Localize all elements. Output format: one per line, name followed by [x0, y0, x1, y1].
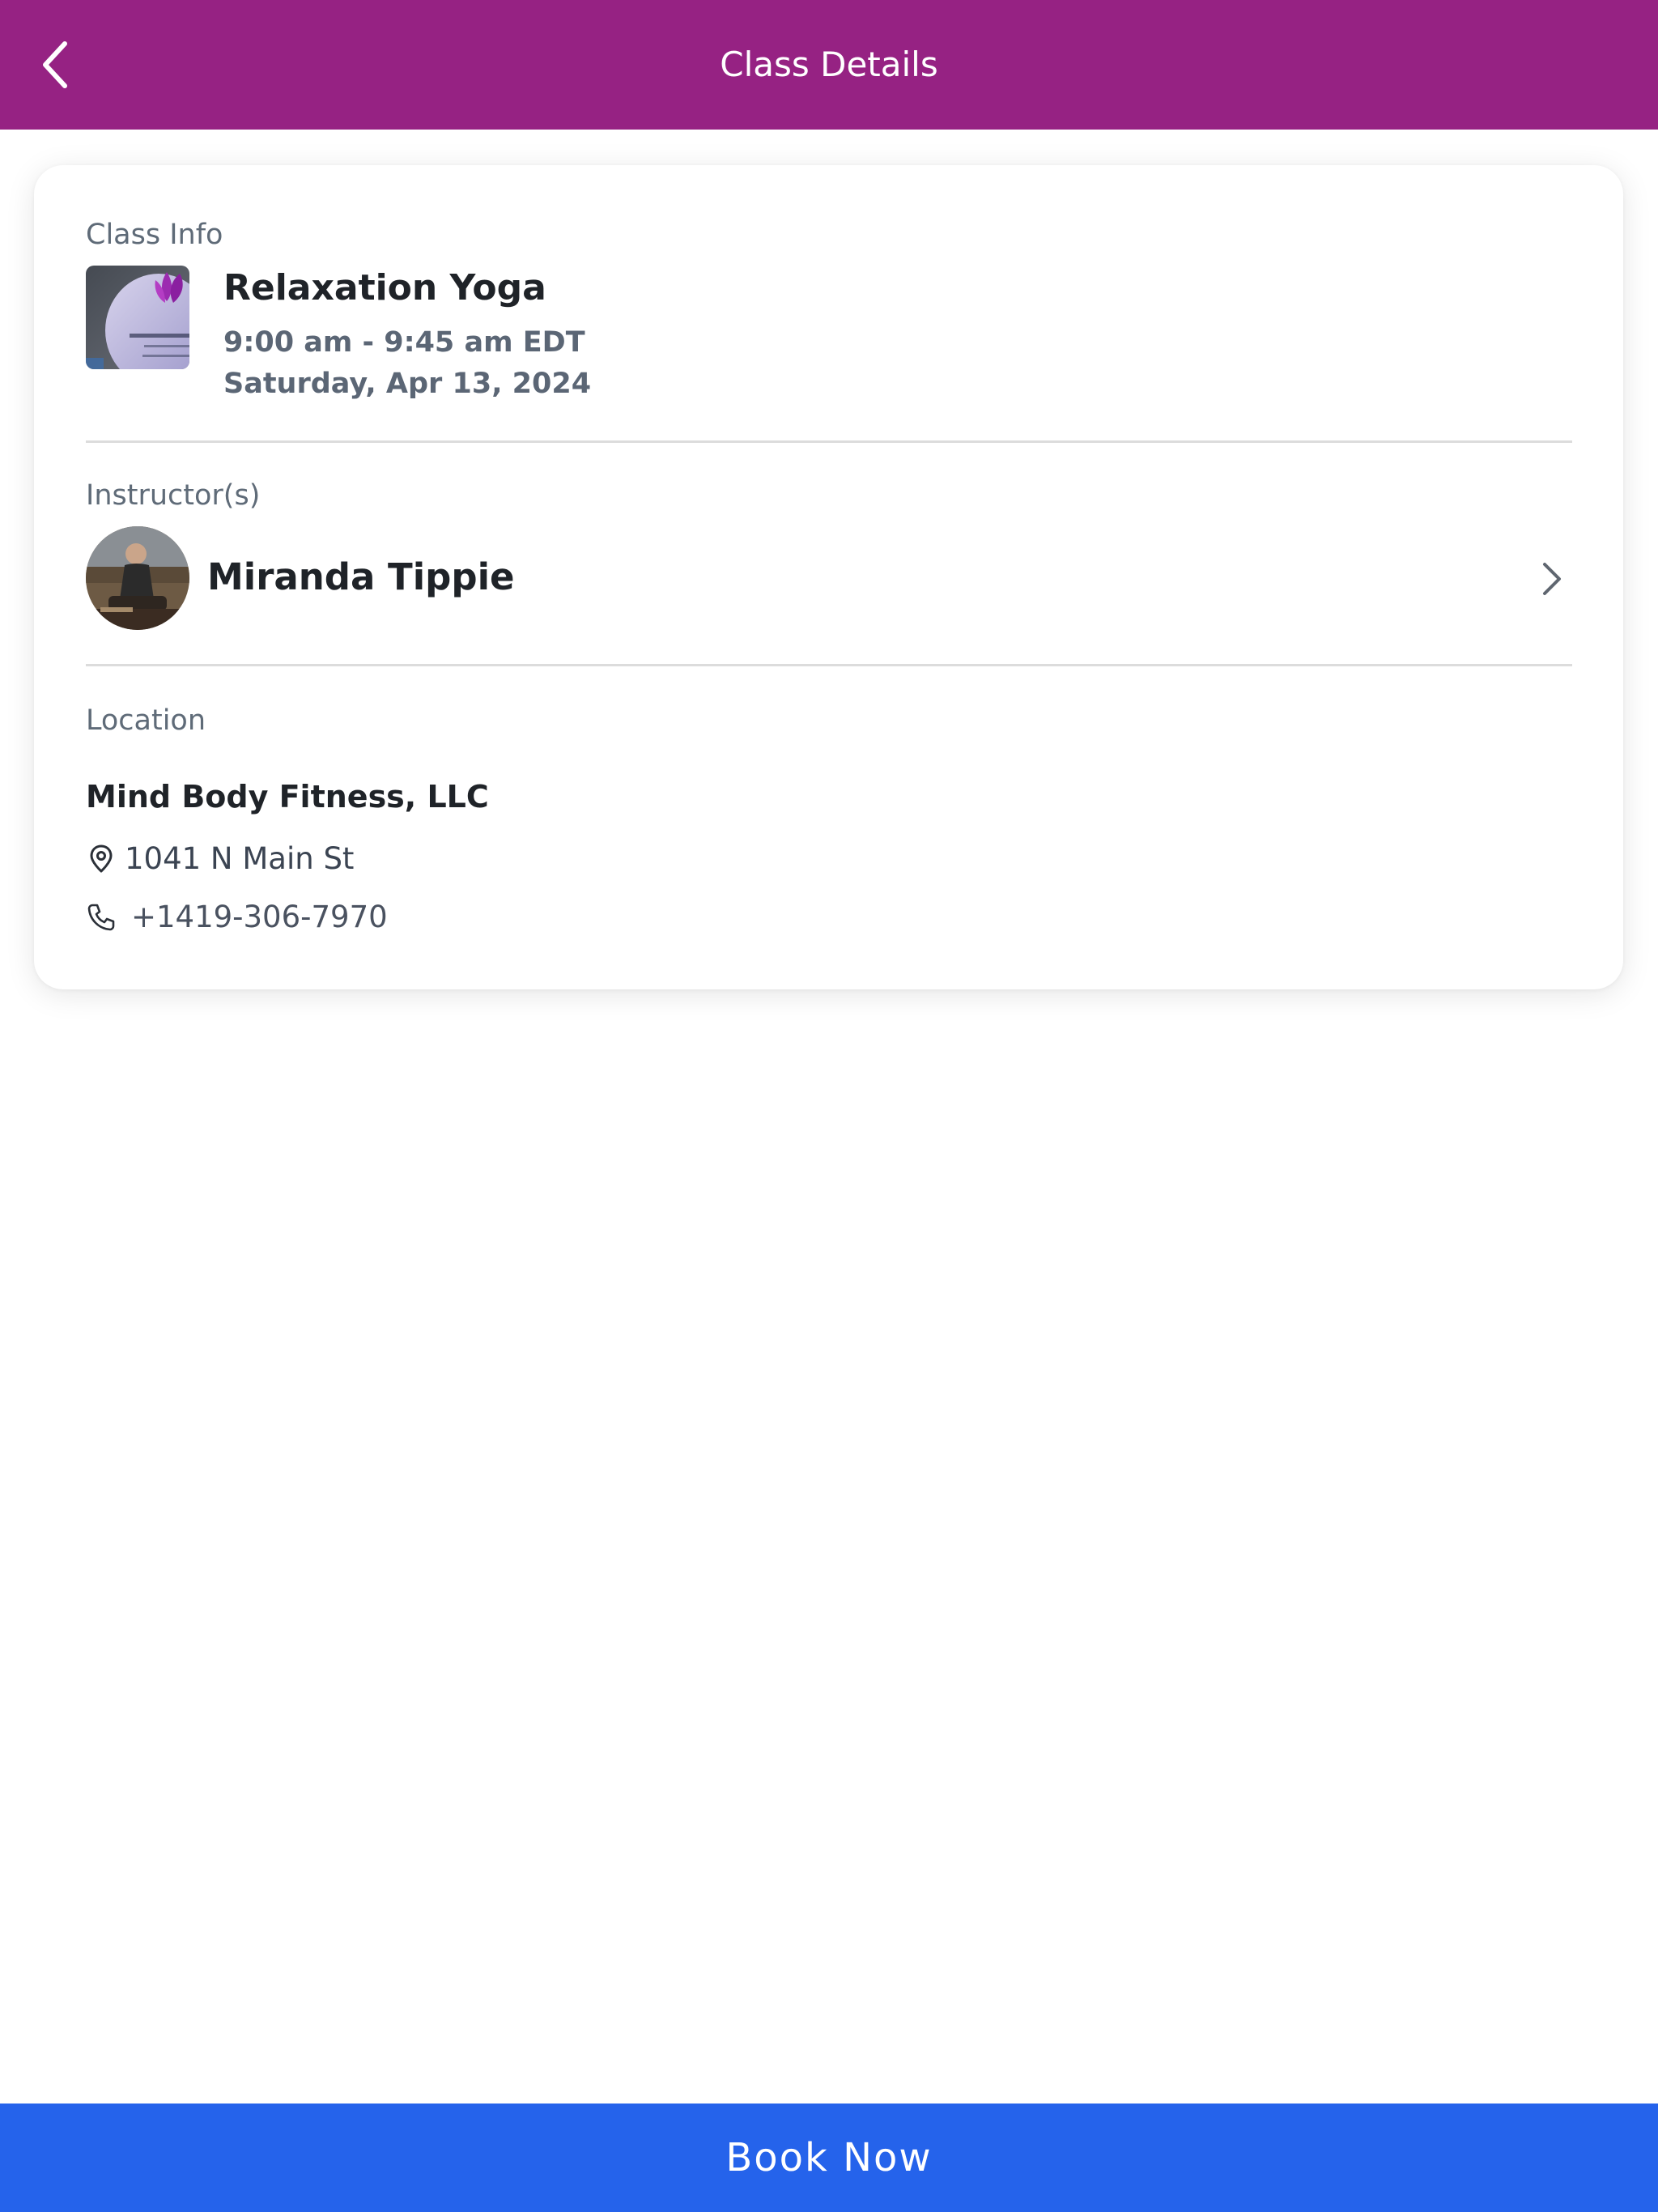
chevron-right-icon [1543, 563, 1561, 595]
phone-row[interactable]: +1419-306-7970 [86, 897, 388, 936]
location-label: Location [86, 704, 206, 737]
class-date: Saturday, Apr 13, 2024 [223, 368, 592, 400]
instructor-name: Miranda Tippie [207, 555, 515, 598]
book-now-button[interactable]: Book Now [0, 2104, 1658, 2212]
class-time: 9:00 am - 9:45 am EDT [223, 326, 585, 359]
class-info-label: Class Info [86, 219, 223, 251]
location-phone[interactable]: +1419-306-7970 [131, 900, 388, 934]
address-row: 1041 N Main St [86, 839, 354, 878]
instructor-avatar [86, 526, 189, 630]
class-name: Relaxation Yoga [223, 267, 546, 308]
page-title: Class Details [720, 45, 938, 84]
instructors-label: Instructor(s) [86, 479, 261, 512]
map-pin-icon [86, 843, 117, 874]
location-name: Mind Body Fitness, LLC [86, 779, 489, 815]
app-header: Class Details [0, 0, 1658, 130]
divider [86, 440, 1572, 443]
divider [86, 664, 1572, 666]
instructor-row[interactable]: Miranda Tippie [86, 526, 1572, 632]
phone-icon [86, 901, 117, 932]
class-details-card: Class Info Relaxation Yoga 9:00 am - 9:4… [34, 165, 1623, 989]
location-address: 1041 N Main St [125, 840, 355, 876]
class-thumbnail [86, 266, 189, 369]
